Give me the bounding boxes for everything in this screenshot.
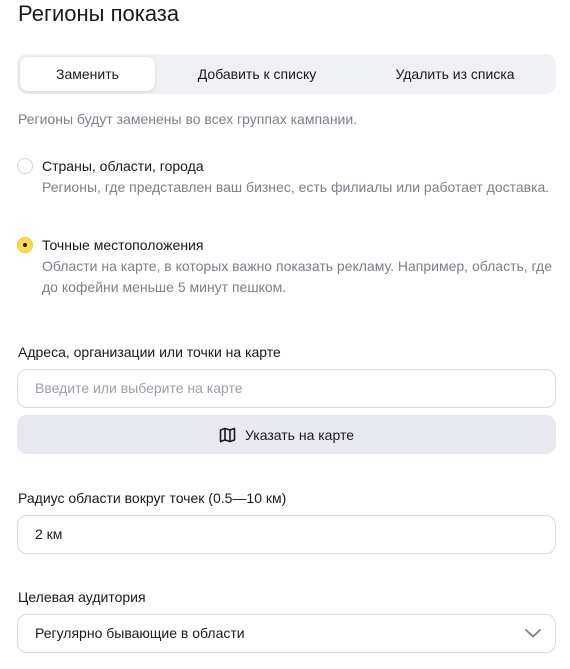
audience-label: Целевая аудитория <box>18 589 146 605</box>
audience-select-value: Регулярно бывающие в области <box>35 625 245 641</box>
tab-remove-from-list[interactable]: Удалить из списка <box>357 57 553 91</box>
mode-tabs: Заменить Добавить к списку Удалить из сп… <box>17 54 556 94</box>
show-on-map-label: Указать на карте <box>245 426 354 443</box>
map-icon <box>219 427 236 442</box>
radius-input[interactable]: 2 км <box>17 515 556 554</box>
option-exact-locations-title: Точные местоположения <box>42 237 204 253</box>
option-countries-title: Страны, области, города <box>42 158 204 174</box>
tab-add-to-list[interactable]: Добавить к списку <box>157 57 357 91</box>
addresses-input[interactable]: Введите или выберите на карте <box>17 369 556 408</box>
option-countries-description: Регионы, где представлен ваш бизнес, ест… <box>42 179 550 195</box>
replace-hint: Регионы будут заменены во всех группах к… <box>18 111 358 127</box>
radio-exact-locations[interactable] <box>17 237 33 253</box>
audience-select[interactable]: Регулярно бывающие в области <box>17 614 556 653</box>
addresses-label: Адреса, организации или точки на карте <box>18 344 281 360</box>
show-on-map-button[interactable]: Указать на карте <box>17 415 556 454</box>
chevron-down-icon <box>525 629 541 638</box>
radio-countries[interactable] <box>17 158 33 174</box>
option-exact-locations-description: Области на карте, в которых важно показа… <box>42 258 552 295</box>
regions-panel: Регионы показа Заменить Добавить к списк… <box>0 0 570 669</box>
page-title: Регионы показа <box>18 1 180 26</box>
tab-replace[interactable]: Заменить <box>20 57 155 91</box>
radius-label: Радиус области вокруг точек (0.5—10 км) <box>18 490 287 506</box>
